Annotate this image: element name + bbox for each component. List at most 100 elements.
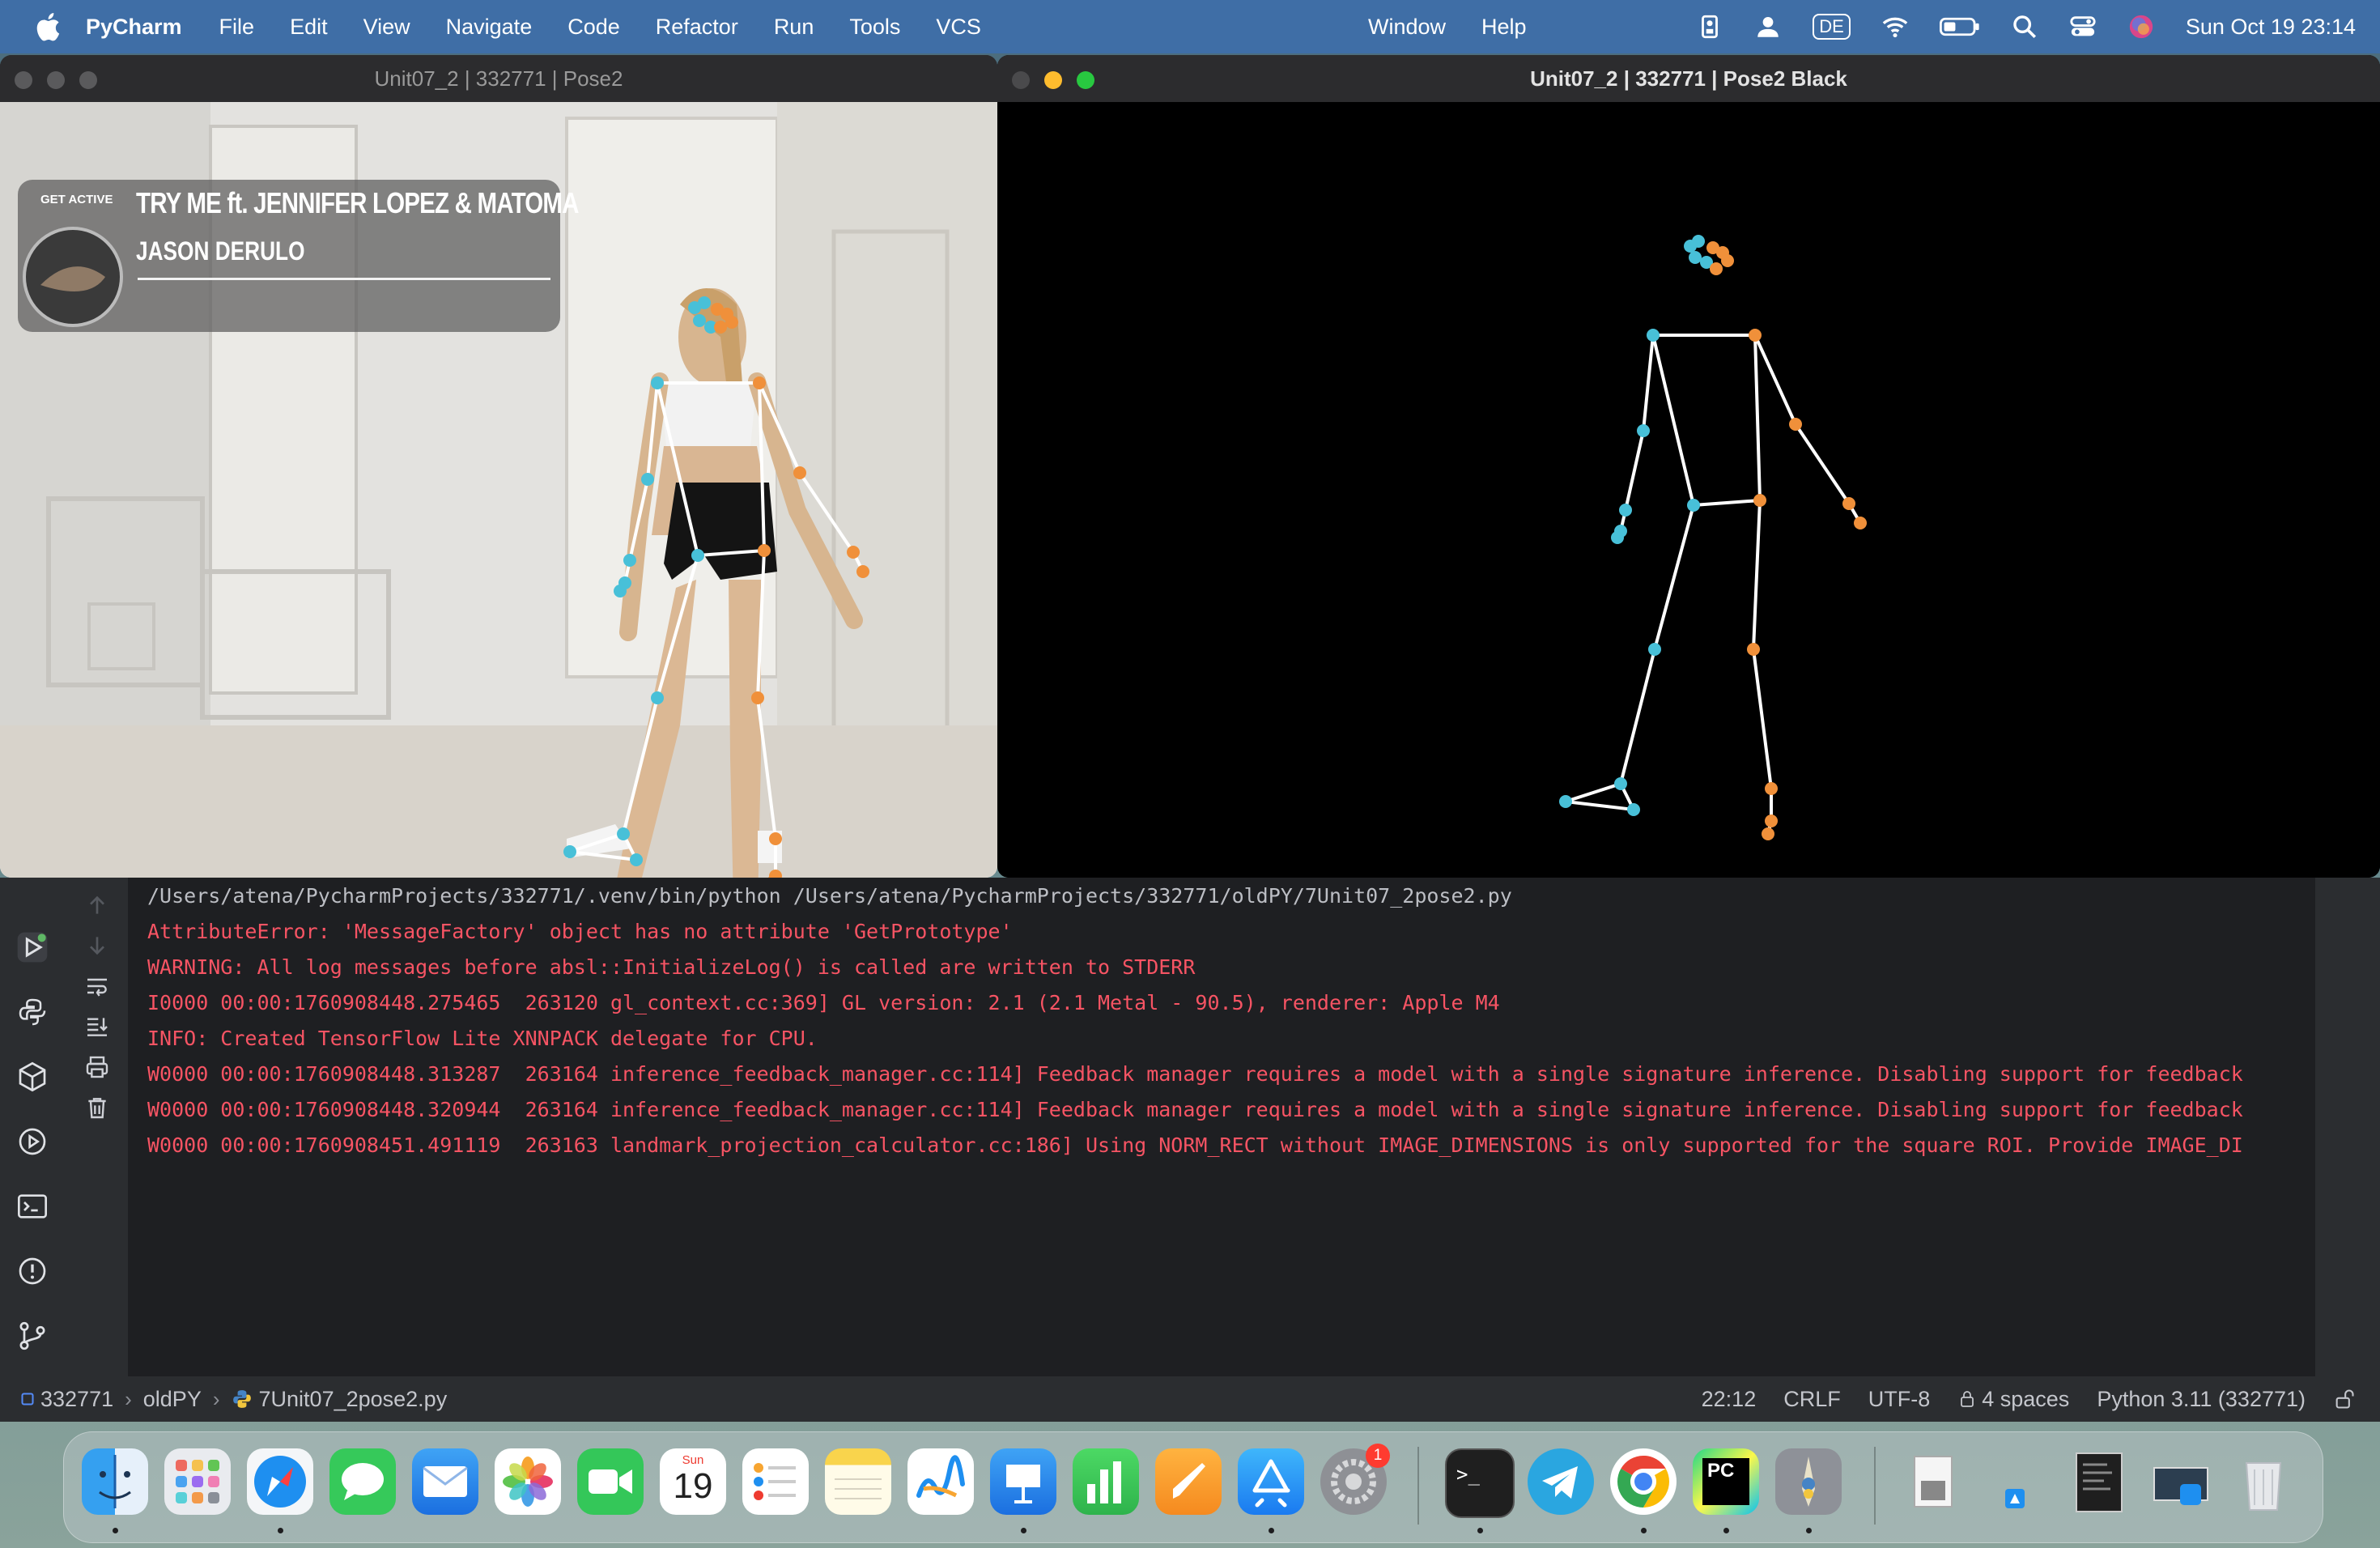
run-console-output[interactable]: /Users/atena/PycharmProjects/332771/.ven… — [128, 878, 2314, 1376]
menu-tools[interactable]: Tools — [849, 15, 900, 40]
messages-icon[interactable] — [329, 1448, 396, 1515]
user-icon[interactable] — [1754, 13, 1782, 40]
pages-icon[interactable] — [1155, 1448, 1222, 1515]
reminders-icon[interactable] — [742, 1448, 809, 1515]
system-settings-icon[interactable]: 1 — [1320, 1444, 1390, 1515]
chrome-icon[interactable] — [1610, 1448, 1677, 1515]
python-launcher-icon[interactable] — [1775, 1448, 1842, 1515]
launchpad-icon[interactable] — [164, 1448, 231, 1515]
calendar-icon[interactable]: Sun 19 — [660, 1448, 726, 1515]
services-icon[interactable] — [16, 1125, 49, 1158]
close-button[interactable] — [15, 71, 32, 89]
zoom-button[interactable] — [1077, 71, 1094, 89]
console-line: /Users/atena/PycharmProjects/332771/.ven… — [147, 884, 1512, 908]
battery-icon[interactable] — [1939, 13, 1980, 40]
unlock-icon[interactable] — [2333, 1388, 2356, 1410]
down-arrow-icon[interactable] — [84, 933, 110, 959]
zoom-button[interactable] — [79, 71, 97, 89]
problems-icon[interactable] — [16, 1255, 49, 1287]
downloads-stack-icon[interactable] — [1983, 1448, 2049, 1515]
pycharm-ide: /Users/atena/PycharmProjects/332771/.ven… — [0, 878, 2380, 1422]
preview-document-icon[interactable] — [1900, 1448, 1966, 1515]
notification-badge: 1 — [1366, 1444, 1390, 1468]
run-icon[interactable] — [16, 931, 49, 963]
line-separator[interactable]: CRLF — [1783, 1387, 1841, 1412]
minimize-button[interactable] — [1044, 71, 1062, 89]
screenshots-stack-icon[interactable] — [2148, 1448, 2214, 1515]
dock-separator — [1874, 1447, 1876, 1525]
breadcrumb: 332771 › oldPY › 7Unit07_2pose2.py — [21, 1387, 447, 1412]
menu-app-name[interactable]: PyCharm — [86, 15, 182, 40]
trash-dock-icon[interactable] — [2230, 1448, 2297, 1515]
menu-code[interactable]: Code — [567, 15, 620, 40]
facetime-icon[interactable] — [577, 1448, 644, 1515]
close-button[interactable] — [1012, 71, 1030, 89]
console-line: WARNING: All log messages before absl::I… — [147, 955, 1196, 979]
notes-icon[interactable] — [825, 1448, 891, 1515]
scroll-to-end-icon[interactable] — [84, 1014, 110, 1040]
print-icon[interactable] — [84, 1054, 110, 1080]
menu-file[interactable]: File — [219, 15, 255, 40]
trash-icon[interactable] — [84, 1095, 110, 1121]
menu-clock[interactable]: Sun Oct 19 23:14 — [2186, 15, 2356, 40]
wifi-icon[interactable] — [1881, 13, 1909, 40]
finder-icon[interactable] — [82, 1448, 148, 1515]
spotlight-icon[interactable] — [2011, 13, 2038, 40]
safari-icon[interactable] — [247, 1448, 313, 1515]
window-title: Unit07_2 | 332771 | Pose2 Black — [1530, 66, 1847, 91]
console-line: W0000 00:00:1760908448.320944 263164 inf… — [147, 1098, 2243, 1121]
photos-icon[interactable] — [495, 1448, 561, 1515]
pycharm-dock-icon[interactable]: PC — [1693, 1448, 1759, 1515]
menu-help[interactable]: Help — [1481, 15, 1527, 40]
calendar-month: Sun — [682, 1453, 704, 1467]
file-encoding[interactable]: UTF-8 — [1868, 1387, 1931, 1412]
dictation-icon[interactable] — [1696, 13, 1723, 40]
breadcrumb-file[interactable]: 7Unit07_2pose2.py — [232, 1387, 447, 1412]
video-badge-text: GET ACTIVE — [40, 193, 113, 206]
terminal-prompt: >_ — [1456, 1463, 1480, 1486]
dock-separator — [1417, 1447, 1419, 1525]
menu-navigate[interactable]: Navigate — [446, 15, 533, 40]
console-line: I0000 00:00:1760908448.275465 263120 gl_… — [147, 991, 1500, 1014]
pose2-black-window: Unit07_2 | 332771 | Pose2 Black — [997, 55, 2380, 878]
control-center-icon[interactable] — [2069, 13, 2097, 40]
app-store-icon[interactable] — [1238, 1448, 1304, 1515]
menu-run[interactable]: Run — [774, 15, 814, 40]
mail-icon[interactable] — [412, 1448, 478, 1515]
siri-icon[interactable] — [2127, 13, 2155, 40]
soft-wrap-icon[interactable] — [84, 973, 110, 999]
python-interpreter[interactable]: Python 3.11 (332771) — [2097, 1387, 2306, 1412]
breadcrumb-folder[interactable]: oldPY — [143, 1387, 202, 1412]
status-info: 22:12 CRLF UTF-8 4 spaces Python 3.11 (3… — [1702, 1387, 2356, 1412]
menu-window[interactable]: Window — [1368, 15, 1446, 40]
telegram-icon[interactable] — [1528, 1448, 1594, 1515]
status-bar: 332771 › oldPY › 7Unit07_2pose2.py 22:12… — [0, 1376, 2380, 1422]
caret-position[interactable]: 22:12 — [1702, 1387, 1757, 1412]
numbers-icon[interactable] — [1073, 1448, 1139, 1515]
documents-stack-icon[interactable] — [2065, 1448, 2131, 1515]
freeform-icon[interactable] — [907, 1448, 974, 1515]
skeleton-canvas — [997, 102, 2380, 878]
menu-edit[interactable]: Edit — [290, 15, 328, 40]
terminal-app-icon[interactable]: >_ — [1445, 1448, 1515, 1518]
python-console-icon[interactable] — [16, 996, 49, 1028]
minimize-button[interactable] — [47, 71, 65, 89]
menu-view[interactable]: View — [363, 15, 410, 40]
apple-logo-icon[interactable] — [32, 11, 62, 43]
terminal-icon[interactable] — [16, 1190, 49, 1223]
python-packages-icon[interactable] — [16, 1061, 49, 1093]
pose2-black-titlebar[interactable]: Unit07_2 | 332771 | Pose2 Black — [997, 55, 2380, 102]
git-icon[interactable] — [16, 1320, 49, 1352]
indent-setting[interactable]: 4 spaces — [1957, 1387, 2069, 1412]
window-title: Unit07_2 | 332771 | Pose2 — [374, 66, 623, 91]
keynote-icon[interactable] — [990, 1448, 1056, 1515]
dock: Sun 19 1 >_ PC — [63, 1431, 2323, 1543]
breadcrumb-project[interactable]: 332771 — [21, 1387, 113, 1412]
menu-refactor[interactable]: Refactor — [656, 15, 738, 40]
menu-vcs[interactable]: VCS — [936, 15, 981, 40]
console-scrollbar[interactable] — [2315, 878, 2380, 1376]
module-icon — [21, 1393, 34, 1406]
input-source-icon[interactable]: DE — [1813, 14, 1851, 40]
pose2-titlebar[interactable]: Unit07_2 | 332771 | Pose2 — [0, 55, 997, 102]
up-arrow-icon[interactable] — [84, 892, 110, 918]
